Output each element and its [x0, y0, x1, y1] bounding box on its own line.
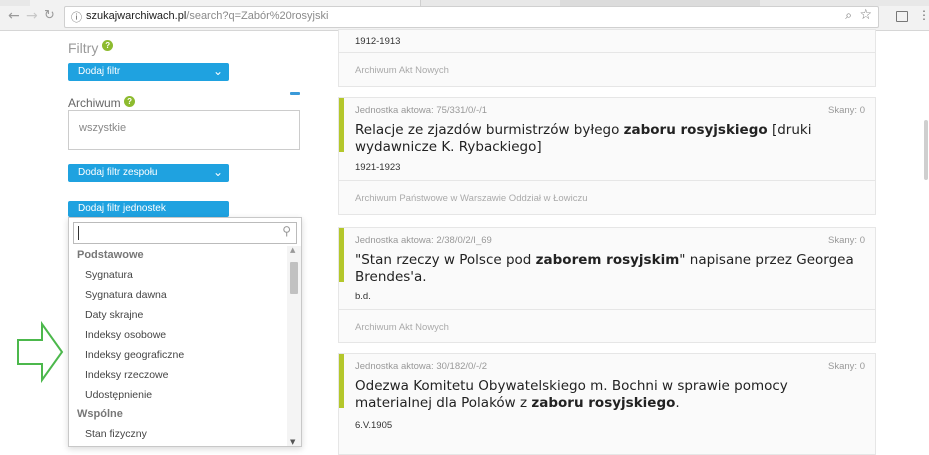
result-date: 1912-1913	[355, 36, 401, 47]
dropdown-options-list: Podstawowe Sygnatura Sygnatura dawna Dat…	[69, 246, 285, 444]
extension-icon[interactable]	[896, 11, 908, 22]
add-fonds-filter-button[interactable]: Dodaj filtr zespołu ⌄	[68, 164, 229, 182]
option-item[interactable]: Daty skrajne	[69, 305, 285, 325]
help-icon[interactable]: ?	[102, 40, 114, 51]
scroll-up-icon[interactable]: ▲	[290, 246, 295, 254]
result-date: 1921-1923	[355, 162, 401, 173]
collapse-icon[interactable]	[290, 92, 300, 95]
browser-menu-icon[interactable]: ⋮	[918, 8, 929, 22]
forward-icon[interactable]: →	[26, 9, 38, 23]
result-title[interactable]: Relacje ze zjazdów burmistrzów byłego za…	[355, 122, 865, 156]
result-source[interactable]: Archiwum Akt Nowych	[355, 322, 449, 333]
add-filter-button[interactable]: Dodaj filtr ⌄	[68, 63, 229, 81]
result-card[interactable]: Jednostka aktowa: 30/182/0/-/2 Skany: 0 …	[338, 353, 876, 455]
option-group-label: Wspólne	[77, 408, 123, 420]
unit-filter-dropdown: ⚲ Podstawowe Sygnatura Sygnatura dawna D…	[68, 217, 302, 447]
zoom-icon[interactable]: ⌕	[845, 8, 852, 23]
result-source[interactable]: Archiwum Akt Nowych	[355, 65, 449, 76]
page-scrollbar[interactable]	[924, 120, 928, 180]
option-item[interactable]: Sygnatura dawna	[69, 285, 285, 305]
result-unit: Jednostka aktowa: 75/331/0/-/1	[355, 105, 488, 116]
result-accent-bar	[339, 354, 344, 408]
search-icon: ⚲	[282, 224, 291, 238]
dropdown-search-input[interactable]: ⚲	[73, 222, 297, 244]
result-card[interactable]: 1912-1913 Archiwum Akt Nowych	[338, 29, 876, 87]
result-date: 6.V.1905	[355, 420, 393, 431]
option-item[interactable]: Indeksy osobowe	[69, 325, 285, 345]
back-icon[interactable]: ←	[8, 9, 20, 23]
result-scans: Skany: 0	[828, 235, 865, 246]
result-scans: Skany: 0	[828, 105, 865, 116]
archive-select[interactable]: wszystkie	[68, 110, 300, 150]
chevron-down-icon: ⌄	[212, 64, 223, 78]
result-source[interactable]: Archiwum Państwowe w Warszawie Oddział w…	[355, 193, 587, 204]
result-scans: Skany: 0	[828, 361, 865, 372]
result-date: b.d.	[355, 291, 371, 302]
option-group-label: Podstawowe	[77, 249, 144, 261]
result-accent-bar	[339, 98, 344, 152]
archive-label: Archiwum ?	[68, 96, 136, 110]
add-unit-filter-button[interactable]: Dodaj filtr jednostek	[68, 201, 229, 217]
result-unit: Jednostka aktowa: 2/38/0/2/I_69	[355, 235, 492, 246]
url-text: szukajwarchiwach.pl/search?q=Zabór%20ros…	[86, 10, 329, 22]
result-card[interactable]: Jednostka aktowa: 75/331/0/-/1 Skany: 0 …	[338, 97, 876, 215]
option-item[interactable]: Udostępnienie	[69, 385, 285, 405]
option-item[interactable]: Sygnatura	[69, 265, 285, 285]
result-card[interactable]: Jednostka aktowa: 2/38/0/2/I_69 Skany: 0…	[338, 227, 876, 343]
result-title[interactable]: "Stan rzeczy w Polsce pod zaborem rosyjs…	[355, 252, 865, 286]
filters-heading: Filtry ?	[68, 40, 114, 56]
result-unit: Jednostka aktowa: 30/182/0/-/2	[355, 361, 488, 372]
dropdown-scrollbar[interactable]: ▲ ▼	[287, 246, 301, 446]
scroll-thumb[interactable]	[290, 262, 298, 294]
bookmark-star-icon[interactable]: ☆	[859, 7, 872, 23]
chevron-down-icon: ⌄	[212, 165, 223, 179]
option-item[interactable]: Indeksy geograficzne	[69, 345, 285, 365]
option-item[interactable]: Stan fizyczny	[69, 424, 285, 444]
browser-toolbar: ← → ↻ ⓘ szukajwarchiwach.pl/search?q=Zab…	[0, 0, 929, 31]
help-icon[interactable]: ?	[124, 96, 136, 107]
address-bar[interactable]: ⓘ szukajwarchiwach.pl/search?q=Zabór%20r…	[64, 6, 879, 28]
annotation-arrow-icon	[17, 320, 64, 384]
result-title[interactable]: Odezwa Komitetu Obywatelskiego m. Bochni…	[355, 378, 865, 412]
info-icon[interactable]: ⓘ	[71, 9, 82, 25]
reload-icon[interactable]: ↻	[44, 9, 55, 23]
option-item[interactable]: Indeksy rzeczowe	[69, 365, 285, 385]
result-accent-bar	[339, 228, 344, 282]
